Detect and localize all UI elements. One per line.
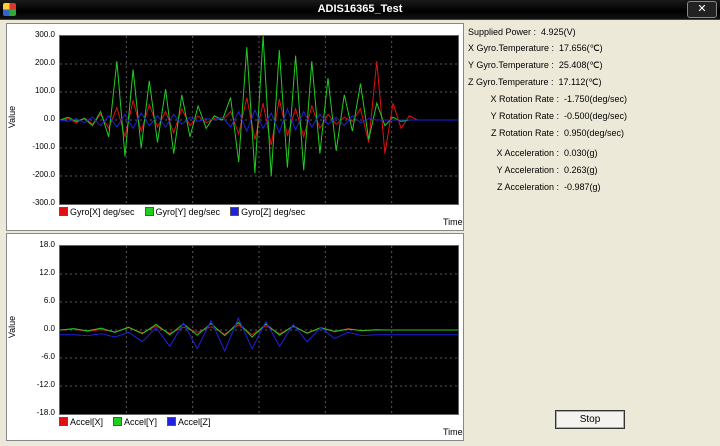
readout-row: Y Gyro.Temperature : 25.408(℃)	[468, 60, 603, 71]
accel-legend: Accel[X] Accel[Y] Accel[Z]	[59, 417, 221, 427]
readout-label: Z Acceleration :	[496, 182, 559, 192]
accel-legend-item: Accel[Z]	[167, 417, 211, 427]
gyro-y-tick-label: 300.0	[34, 30, 55, 39]
accel-chart-panel: Value 18.0 12.0 6.0 0.0 -6.0 -12.0 -18.0 Accel…	[6, 233, 464, 441]
accel-plot-area	[59, 245, 459, 415]
accel-y-tick-label: -18.0	[36, 408, 55, 417]
readout-label: Y Gyro.Temperature :	[468, 60, 554, 70]
readout-row: Y Acceleration : 0.263(g)	[466, 165, 598, 175]
accel-y-tick-label: 12.0	[39, 268, 55, 277]
readout-row: Y Rotation Rate : -0.500(deg/sec)	[466, 111, 627, 121]
accel-x-axis-label: Time	[443, 427, 463, 437]
accel-y-tick-label: 0.0	[43, 324, 55, 333]
readout-row: X Gyro.Temperature : 17.656(℃)	[468, 43, 603, 54]
readout-value: 4.925(V)	[541, 27, 576, 37]
gyro-y-tick-label: 0.0	[43, 114, 55, 123]
readout-label: Z Rotation Rate :	[490, 128, 559, 138]
accel-legend-label: Accel[Y]	[124, 417, 158, 427]
gyro-y-tick-label: -100.0	[32, 142, 55, 151]
window-title: ADIS16365_Test	[317, 3, 403, 15]
gyro-legend-label: Gyro[Y] deg/sec	[155, 207, 221, 217]
gyro-y-tick-label: 100.0	[34, 86, 55, 95]
readout-value: -0.500(deg/sec)	[564, 111, 628, 121]
readout-value: 17.112(℃)	[558, 77, 602, 87]
accel-y-tick-label: 6.0	[43, 296, 55, 305]
readout-label: X Rotation Rate :	[490, 94, 559, 104]
title-bar: ADIS16365_Test ✕	[0, 0, 720, 20]
app-window: ADIS16365_Test ✕ Value 300.0 200.0 100.0 0.…	[0, 0, 720, 446]
gyro-legend-item: Gyro[Z] deg/sec	[230, 207, 305, 217]
gyro-chart-panel: Value 300.0 200.0 100.0 0.0 -100.0 -200.0 -300…	[6, 23, 464, 231]
gyro-x-axis-label: Time	[443, 217, 463, 227]
gyro-y-tick-label: -200.0	[32, 170, 55, 179]
gyro-legend: Gyro[X] deg/sec Gyro[Y] deg/sec Gyro[Z] de…	[59, 207, 315, 217]
readout-label: Y Acceleration :	[496, 165, 559, 175]
gyro-legend-swatch	[230, 207, 240, 216]
gyro-chart	[60, 36, 458, 204]
sensor-readouts: Supplied Power : 4.925(V) X Gyro.Temperatu…	[466, 23, 716, 218]
readout-label: Supplied Power :	[468, 27, 537, 37]
readout-row: X Rotation Rate : -1.750(deg/sec)	[466, 94, 627, 104]
accel-legend-item: Accel[Y]	[113, 417, 157, 427]
readout-label: Y Rotation Rate :	[490, 111, 559, 121]
gyro-legend-swatch	[144, 207, 154, 216]
readout-value: 0.030(g)	[564, 148, 598, 158]
gyro-legend-label: Gyro[Z] deg/sec	[241, 207, 306, 217]
close-button[interactable]: ✕	[687, 1, 717, 18]
accel-legend-label: Accel[X]	[70, 417, 104, 427]
readout-value: 0.263(g)	[564, 165, 598, 175]
readout-label: Z Gyro.Temperature :	[468, 77, 554, 87]
readout-value: -0.987(g)	[564, 182, 601, 192]
readout-value: 0.950(deg/sec)	[564, 128, 625, 138]
readout-value: -1.750(deg/sec)	[564, 94, 628, 104]
accel-y-tick-label: -6.0	[41, 352, 55, 361]
gyro-y-tick-label: -300.0	[32, 198, 55, 207]
gyro-legend-item: Gyro[X] deg/sec	[59, 207, 135, 217]
readout-row: Z Acceleration : -0.987(g)	[466, 182, 601, 192]
accel-legend-swatch	[59, 417, 68, 426]
accel-legend-label: Accel[Z]	[178, 417, 211, 427]
readout-row: Supplied Power : 4.925(V)	[468, 27, 576, 37]
accel-legend-swatch	[113, 417, 123, 426]
gyro-legend-label: Gyro[X] deg/sec	[70, 207, 135, 217]
readout-value: 17.656(℃)	[559, 43, 603, 53]
accel-y-tick-label: -12.0	[36, 380, 55, 389]
gyro-y-tick-label: 200.0	[34, 58, 55, 67]
accel-legend-item: Accel[X]	[59, 417, 103, 427]
readout-row: Z Gyro.Temperature : 17.112(℃)	[468, 77, 602, 88]
readout-value: 25.408(℃)	[558, 60, 603, 70]
readout-label: X Gyro.Temperature :	[468, 43, 555, 53]
gyro-legend-swatch	[59, 207, 68, 216]
readout-row: Z Rotation Rate : 0.950(deg/sec)	[466, 128, 624, 138]
accel-legend-swatch	[167, 417, 177, 426]
gyro-plot-area	[59, 35, 459, 205]
stop-button[interactable]: Stop	[555, 410, 625, 429]
accel-chart	[60, 246, 458, 414]
gyro-legend-item: Gyro[Y] deg/sec	[144, 207, 221, 217]
accel-y-tick-label: 18.0	[39, 240, 55, 249]
readout-label: X Acceleration :	[496, 148, 559, 158]
readout-row: X Acceleration : 0.030(g)	[466, 148, 598, 158]
